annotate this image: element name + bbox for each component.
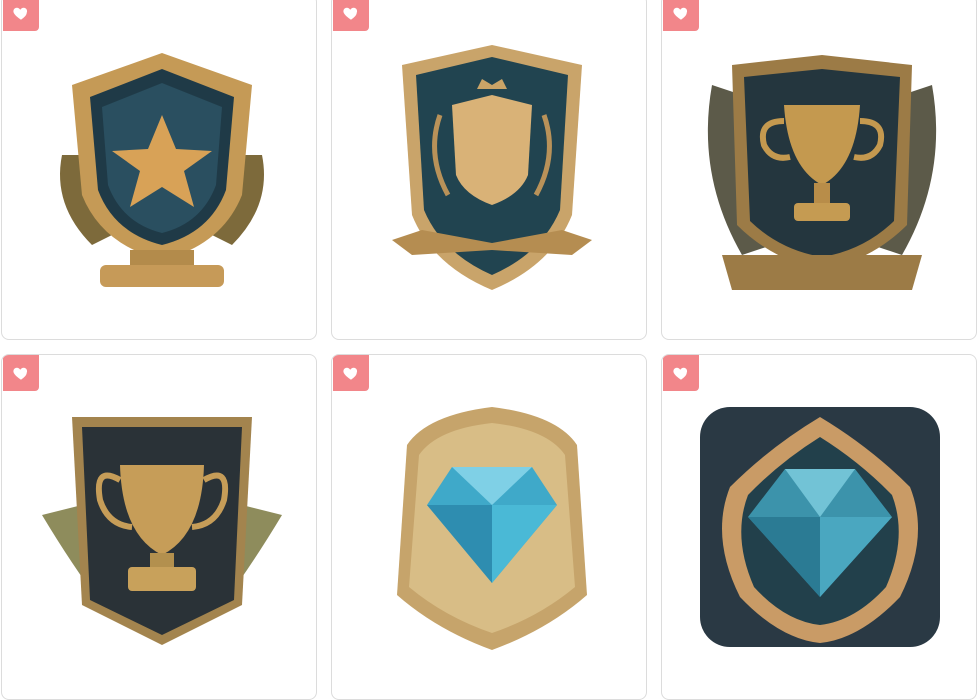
heart-icon [343, 7, 358, 20]
crest-shield-banner-image [382, 45, 602, 295]
favorite-button[interactable] [663, 355, 699, 391]
favorite-button[interactable] [663, 0, 699, 31]
favorite-button[interactable] [3, 355, 39, 391]
badge-card[interactable] [331, 354, 647, 700]
heart-icon [343, 367, 358, 380]
heart-icon [13, 7, 28, 20]
badge-card[interactable] [1, 354, 317, 700]
heart-icon [673, 7, 688, 20]
star-shield-trophy-image [42, 45, 282, 295]
diamond-gold-frame-image [387, 405, 597, 650]
diamond-ornate-tile-image [700, 407, 940, 647]
favorite-button[interactable] [3, 0, 39, 31]
badge-card[interactable] [661, 0, 977, 340]
heart-icon [13, 367, 28, 380]
heart-icon [673, 367, 688, 380]
favorite-button[interactable] [333, 355, 369, 391]
favorite-button[interactable] [333, 0, 369, 31]
winged-trophy-shield-image [702, 45, 942, 295]
urn-trophy-shield-image [42, 405, 282, 650]
badge-card[interactable] [331, 0, 647, 340]
badge-card[interactable] [661, 354, 977, 700]
badge-card[interactable] [1, 0, 317, 340]
